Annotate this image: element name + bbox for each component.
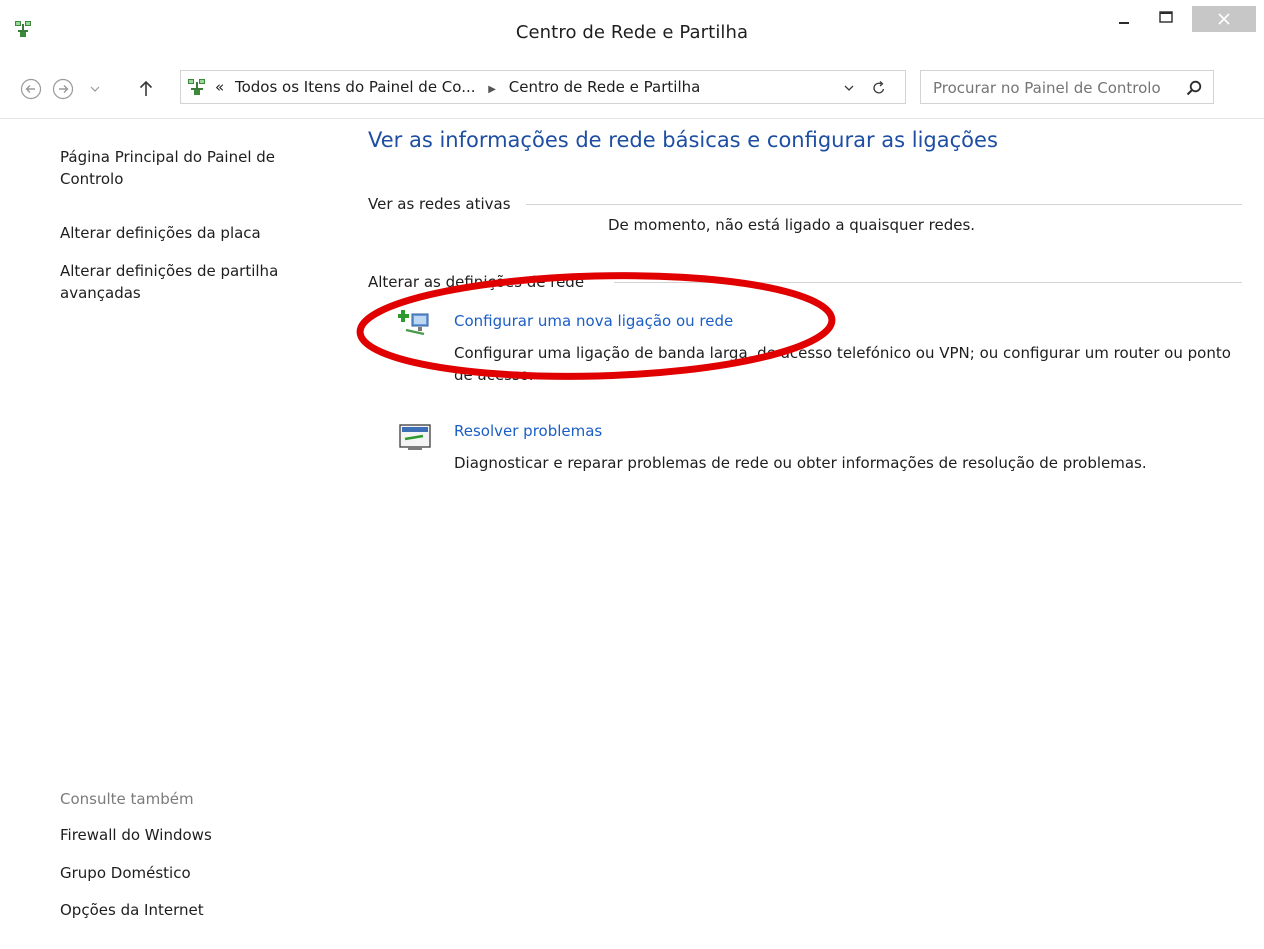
troubleshoot-icon [399,424,431,450]
see-also-firewall[interactable]: Firewall do Windows [60,824,330,846]
sidebar-item-advanced-sharing[interactable]: Alterar definições de partilha avançadas [60,260,330,304]
troubleshoot-link[interactable]: Resolver problemas [454,422,602,440]
address-bar[interactable]: « Todos os Itens do Painel de Co... ▶ Ce… [180,70,906,104]
forward-button[interactable] [52,78,74,100]
active-networks-header: Ver as redes ativas [368,195,511,213]
breadcrumb: « Todos os Itens do Painel de Co... ▶ Ce… [215,78,700,96]
see-also-internet-options[interactable]: Opções da Internet [60,899,330,921]
breadcrumb-item-all-items[interactable]: Todos os Itens do Painel de Co... [235,78,476,96]
setup-new-connection-link[interactable]: Configurar uma nova ligação ou rede [454,312,733,330]
network-location-icon [188,79,205,95]
window-title: Centro de Rede e Partilha [515,22,749,43]
breadcrumb-arrow-icon[interactable]: ▶ [488,84,496,95]
see-also-homegroup[interactable]: Grupo Doméstico [60,862,330,884]
search-input[interactable] [931,77,1175,99]
troubleshoot-description: Diagnosticar e reparar problemas de rede… [454,454,1147,472]
left-pane: Página Principal do Painel de Controlo A… [60,118,340,949]
change-settings-header: Alterar as definições de rede [368,273,585,291]
title-bar: Centro de Rede e Partilha [0,0,1264,52]
maximize-button[interactable] [1150,6,1182,32]
active-networks-divider [526,204,1242,205]
breadcrumb-overflow[interactable]: « [215,78,224,96]
address-dropdown-icon[interactable] [841,80,857,96]
recent-locations-dropdown[interactable] [88,78,102,100]
sidebar-item-adapter-settings[interactable]: Alterar definições da placa [60,222,330,244]
minimize-button[interactable] [1108,6,1140,32]
see-also-heading: Consulte também [60,790,194,808]
change-settings-divider [614,282,1242,283]
page-title: Ver as informações de rede básicas e con… [368,128,998,152]
search-icon[interactable] [1185,79,1203,97]
close-button[interactable] [1192,6,1256,32]
sidebar-home-link[interactable]: Página Principal do Painel de Controlo [60,146,330,190]
main-content: Ver as informações de rede básicas e con… [368,118,1264,949]
no-network-status: De momento, não está ligado a quaisquer … [608,216,976,234]
setup-new-connection-description: Configurar uma ligação de banda larga, d… [454,344,1231,384]
breadcrumb-item-current[interactable]: Centro de Rede e Partilha [509,78,701,96]
back-button[interactable] [20,78,42,100]
up-arrow-icon[interactable] [136,78,156,100]
refresh-icon[interactable] [871,80,887,96]
network-add-icon [398,310,429,336]
search-box[interactable] [920,70,1214,104]
